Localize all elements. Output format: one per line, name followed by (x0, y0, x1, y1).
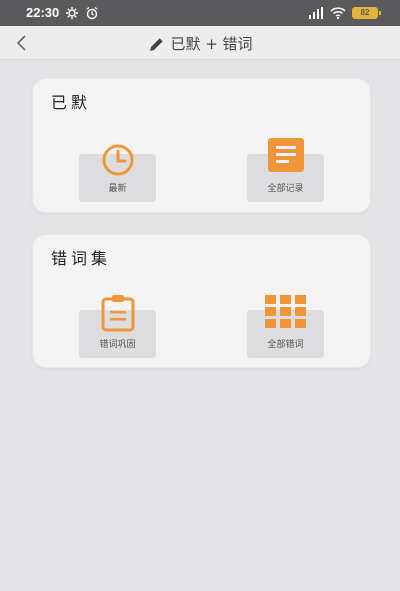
status-bar: 22:30 82 (0, 0, 400, 26)
wrong-words-card: 错词集 错词巩固 全部错词 (32, 234, 371, 368)
latest-button[interactable]: 最新 (79, 144, 156, 202)
settings-gear-icon (66, 6, 79, 19)
page-title: 已默 + 错词 (0, 33, 400, 54)
nav-bar: 已默 + 错词 (0, 26, 400, 60)
card-title: 已默 (51, 93, 92, 112)
review-wrong-words-button[interactable]: 错词巩固 (79, 295, 156, 358)
pencil-icon (150, 37, 164, 51)
tile-label: 最新 (108, 184, 127, 194)
tile-label: 全部记录 (267, 184, 304, 194)
all-records-button[interactable]: 全部记录 (247, 138, 324, 202)
clipboard-icon (101, 295, 134, 332)
all-wrong-words-button[interactable]: 全部错词 (247, 295, 324, 358)
status-right: 82 (308, 6, 381, 20)
clock-icon (102, 144, 133, 176)
wifi-icon (330, 7, 346, 20)
status-time: 22:30 (26, 5, 60, 20)
document-icon (267, 138, 304, 172)
tile-label: 错词巩固 (99, 340, 136, 350)
battery-indicator: 82 (352, 7, 381, 19)
alarm-clock-icon (86, 6, 98, 19)
page-title-text: 已默 + 错词 (170, 35, 253, 53)
card-title: 错词集 (51, 249, 112, 268)
grid-icon (264, 295, 306, 328)
signal-icon (309, 7, 323, 19)
status-left: 22:30 (26, 5, 99, 20)
tile-label: 全部错词 (267, 340, 304, 350)
recited-card: 已默 最新 全部记录 (32, 78, 371, 213)
